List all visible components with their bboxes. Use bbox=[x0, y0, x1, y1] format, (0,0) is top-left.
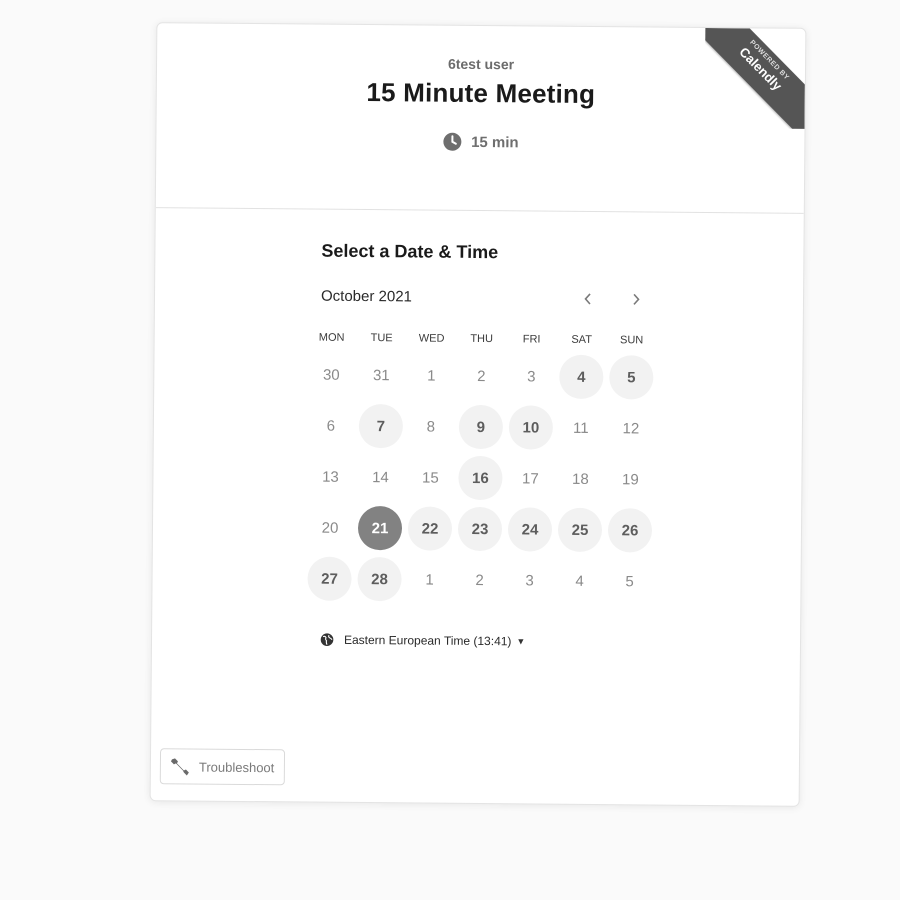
month-navigation: October 2021 bbox=[307, 288, 667, 313]
weekday-label: TUE bbox=[370, 332, 393, 345]
weekday-label: SUN bbox=[619, 334, 644, 347]
calendar-day-disabled: 20 bbox=[321, 519, 339, 537]
calendar-day-disabled: 12 bbox=[622, 419, 640, 437]
troubleshoot-button[interactable]: Troubleshoot bbox=[159, 748, 286, 786]
calendar-day-disabled: 3 bbox=[527, 367, 536, 386]
picker-title: Select a Date & Time bbox=[321, 240, 499, 263]
duration-label: 15 min bbox=[471, 133, 519, 151]
month-label: October 2021 bbox=[320, 287, 413, 306]
weekday-label: WED bbox=[418, 332, 445, 345]
calendar-day-disabled: 1 bbox=[427, 367, 436, 385]
calendar-day-disabled: 3 bbox=[525, 571, 534, 589]
weekday-header: MON TUE WED THU FRI SAT SUN bbox=[307, 332, 667, 347]
calendar-day-disabled: 1 bbox=[425, 571, 434, 589]
calendar-day-disabled: 2 bbox=[477, 367, 486, 385]
calendar-day-available[interactable]: 16 bbox=[458, 455, 503, 501]
calendar-day-available[interactable]: 7 bbox=[358, 403, 404, 449]
wrench-icon bbox=[170, 758, 189, 776]
calendar-day-available[interactable]: 23 bbox=[457, 506, 503, 552]
calendar-day-disabled: 19 bbox=[622, 470, 639, 488]
caret-down-icon: ▼ bbox=[516, 636, 526, 647]
calendar-day-available[interactable]: 10 bbox=[508, 405, 554, 450]
calendar-day-disabled: 15 bbox=[422, 469, 439, 487]
weekday-label: MON bbox=[318, 331, 345, 344]
calendar-day-disabled: 2 bbox=[475, 571, 484, 589]
troubleshoot-label: Troubleshoot bbox=[198, 759, 275, 775]
booking-card: 6test user 15 Minute Meeting 15 min POWE… bbox=[149, 22, 807, 807]
calendar-day-available[interactable]: 9 bbox=[458, 404, 504, 450]
prev-month-button[interactable] bbox=[575, 286, 601, 312]
weekday-label: FRI bbox=[522, 333, 541, 346]
timezone-label: Eastern European Time (13:41) bbox=[343, 632, 512, 649]
powered-by-text: POWERED BY bbox=[748, 39, 791, 82]
calendar-day-disabled: 6 bbox=[326, 417, 336, 435]
calendar-day-available[interactable]: 28 bbox=[357, 556, 402, 602]
calendar-day-disabled: 18 bbox=[572, 470, 589, 488]
powered-by-ribbon[interactable]: POWERED BY Calendly bbox=[704, 27, 806, 129]
calendar-day-available[interactable]: 26 bbox=[607, 508, 653, 553]
globe-icon bbox=[320, 633, 334, 646]
date-picker: Select a Date & Time October 2021 MON TUE… bbox=[304, 209, 668, 650]
timezone-selector[interactable]: Eastern European Time (13:41) ▼ bbox=[320, 633, 664, 650]
calendar-day-available[interactable]: 27 bbox=[307, 556, 352, 601]
weekday-label: SAT bbox=[571, 333, 592, 346]
weekday-label: THU bbox=[470, 332, 494, 346]
calendar-day-disabled: 30 bbox=[322, 366, 340, 384]
calendar-day-available[interactable]: 5 bbox=[609, 355, 654, 400]
event-duration: 15 min bbox=[156, 129, 804, 155]
chevron-right-icon bbox=[633, 293, 640, 305]
calendar-day-disabled: 13 bbox=[322, 468, 339, 486]
calendar-day-disabled: 5 bbox=[625, 572, 634, 590]
calendar-day-disabled: 17 bbox=[522, 469, 539, 488]
powered-by-badge[interactable]: POWERED BY Calendly bbox=[704, 27, 806, 129]
calendar-day-disabled: 14 bbox=[372, 468, 389, 486]
chevron-left-icon bbox=[584, 293, 591, 305]
next-month-button[interactable] bbox=[623, 286, 649, 312]
calendar-day-disabled: 11 bbox=[573, 419, 589, 437]
calendar-day-available[interactable]: 22 bbox=[407, 506, 453, 551]
calendar-day-disabled: 8 bbox=[426, 418, 436, 436]
calendar-day-selected[interactable]: 21 bbox=[357, 505, 403, 551]
calendar-day-available[interactable]: 25 bbox=[557, 507, 603, 553]
calendar-grid: 30 31 1 2 3 4 5 6 7 8 9 10 11 12 13 14 15 16 17 18 19 20 21 22 2… bbox=[304, 350, 666, 608]
clock-icon bbox=[443, 132, 462, 151]
calendar-day-disabled: 31 bbox=[372, 366, 390, 384]
calendar-day-available[interactable]: 24 bbox=[507, 507, 553, 552]
calendar-day-disabled: 4 bbox=[575, 572, 584, 590]
calendar-day-available[interactable]: 4 bbox=[559, 354, 604, 400]
